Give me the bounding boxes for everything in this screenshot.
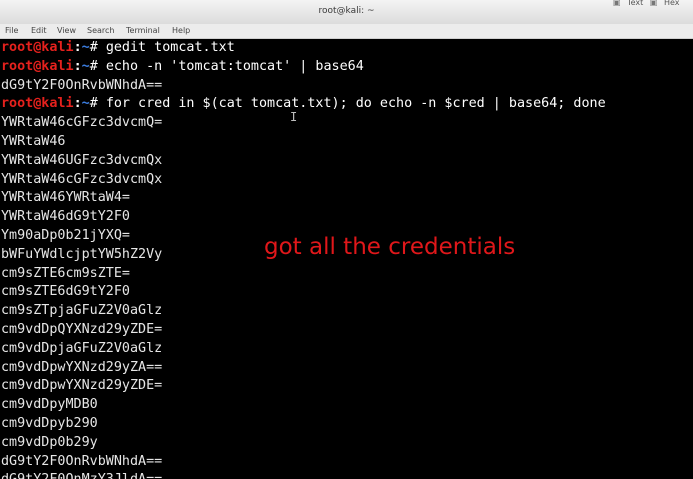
prompt-symbol: #: [89, 58, 106, 74]
window-title: root@kali: ~: [318, 6, 375, 16]
output-text: cm9sZTE6cm9sZTE=: [1, 265, 130, 281]
prompt-path: ~: [81, 58, 90, 74]
output-text: cm9vdDp0b29y: [1, 434, 98, 450]
terminal-output-line: cm9vdDpwYXNzd29yZDE=: [0, 377, 693, 396]
terminal-command-line: root@kali:~# for cred in $(cat tomcat.tx…: [0, 95, 693, 114]
terminal-output-line: YWRtaW46dG9tY2F0: [0, 208, 693, 227]
terminal-output-line: YWRtaW46cGFzc3dvcmQx: [0, 171, 693, 190]
terminal-output-line: dG9tY2F0OnMzY3JldA==: [0, 471, 693, 479]
terminal-output-line: cm9vdDpyMDB0: [0, 396, 693, 415]
tray-hex-icon: ▣: [649, 0, 658, 7]
menu-view[interactable]: View: [57, 26, 76, 35]
output-text: YWRtaW46UGFzc3dvcmQx: [1, 152, 163, 168]
terminal-output-line: cm9vdDpyb290: [0, 415, 693, 434]
prompt-separator: :: [73, 58, 82, 74]
output-text: YWRtaW46YWRtaW4=: [1, 190, 130, 206]
output-text: dG9tY2F0OnRvbWNhdA==: [1, 77, 163, 93]
prompt-user-host: root@kali: [1, 58, 74, 74]
terminal-window: root@kali: ~ ▣ Text ▣ Hex File Edit View…: [0, 0, 693, 479]
terminal-output-line: cm9vdDpjaGFuZ2V0aGlz: [0, 340, 693, 359]
prompt-symbol: #: [89, 96, 106, 112]
prompt-path: ~: [81, 96, 90, 112]
terminal-output-line: cm9vdDpwYXNzd29yZA==: [0, 359, 693, 378]
tray-text-label[interactable]: Text: [627, 0, 643, 7]
terminal-output-line: dG9tY2F0OnRvbWNhdA==: [0, 77, 693, 96]
output-text: cm9vdDpjaGFuZ2V0aGlz: [1, 340, 163, 356]
output-text: dG9tY2F0OnMzY3JldA==: [1, 472, 162, 479]
output-text: cm9vdDpwYXNzd29yZDE=: [1, 378, 163, 394]
output-text: dG9tY2F0OnRvbWNhdA==: [1, 453, 163, 469]
prompt-separator: :: [73, 96, 82, 112]
menu-file[interactable]: File: [5, 26, 18, 35]
terminal-output-line: YWRtaW46YWRtaW4=: [0, 189, 693, 208]
terminal-output-line: cm9sZTpjaGFuZ2V0aGlz: [0, 302, 693, 321]
output-text: cm9vdDpQYXNzd29yZDE=: [1, 321, 163, 337]
command-text: gedit tomcat.txt: [105, 40, 235, 55]
output-text: YWRtaW46: [1, 133, 66, 149]
prompt-path: ~: [81, 40, 90, 55]
output-text: cm9vdDpwYXNzd29yZA==: [1, 359, 163, 375]
output-text: YWRtaW46dG9tY2F0: [1, 209, 130, 225]
output-text: cm9vdDpyb290: [1, 415, 98, 431]
menu-help[interactable]: Help: [172, 26, 190, 35]
terminal-output-line: cm9vdDpQYXNzd29yZDE=: [0, 321, 693, 340]
prompt-user-host: root@kali: [1, 96, 74, 112]
tray-icon: ▣: [613, 0, 621, 7]
terminal-output-line: YWRtaW46cGFzc3dvcmQ=: [0, 114, 693, 133]
terminal-command-line: root@kali:~# gedit tomcat.txt: [0, 39, 693, 58]
annotation-text: got all the credentials: [264, 234, 516, 260]
text-cursor-icon: I: [290, 110, 298, 124]
menu-edit[interactable]: Edit: [31, 26, 47, 35]
output-text: YWRtaW46cGFzc3dvcmQx: [1, 171, 163, 187]
terminal-output-line: YWRtaW46: [0, 133, 693, 152]
output-text: YWRtaW46cGFzc3dvcmQ=: [1, 115, 163, 131]
output-text: cm9vdDpyMDB0: [1, 397, 98, 413]
terminal-output-line: dG9tY2F0OnRvbWNhdA==: [0, 453, 693, 472]
terminal-output-line: cm9vdDp0b29y: [0, 434, 693, 453]
output-text: bWFuYWdlcjptYW5hZ2Vy: [1, 246, 163, 262]
terminal-output-line: cm9sZTE6cm9sZTE=: [0, 265, 693, 284]
prompt-symbol: #: [89, 40, 106, 55]
system-tray: ▣ Text ▣ Hex: [609, 0, 693, 7]
prompt-separator: :: [73, 40, 82, 55]
command-text: for cred in $(cat tomcat.txt); do echo -…: [105, 96, 606, 112]
terminal-output-line: cm9sZTE6dG9tY2F0: [0, 283, 693, 302]
menu-bar: File Edit View Search Terminal Help: [0, 24, 693, 39]
menu-terminal[interactable]: Terminal: [126, 26, 160, 35]
output-text: cm9sZTpjaGFuZ2V0aGlz: [1, 303, 163, 319]
title-bar[interactable]: root@kali: ~ ▣ Text ▣ Hex: [0, 0, 693, 25]
menu-search[interactable]: Search: [87, 26, 114, 35]
terminal-command-line: root@kali:~# echo -n 'tomcat:tomcat' | b…: [0, 58, 693, 77]
output-text: Ym90aDp0b21jYXQ=: [1, 227, 130, 243]
terminal-output-line: YWRtaW46UGFzc3dvcmQx: [0, 152, 693, 171]
tray-hex-label[interactable]: Hex: [664, 0, 680, 7]
command-text: echo -n 'tomcat:tomcat' | base64: [105, 58, 364, 74]
output-text: cm9sZTE6dG9tY2F0: [1, 284, 130, 300]
prompt-user-host: root@kali: [1, 40, 74, 55]
